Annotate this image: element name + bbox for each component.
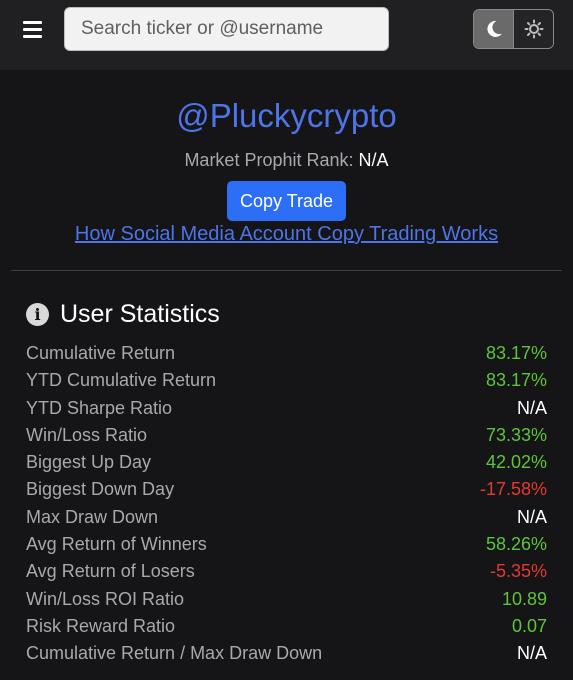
profile-username: @Pluckycrypto [176, 97, 397, 134]
stat-value: -17.58% [479, 479, 547, 500]
hamburger-icon[interactable] [23, 19, 43, 39]
statistics-list: Cumulative Return 83.17% YTD Cumulative … [26, 340, 547, 668]
stat-label: Win/Loss Ratio [26, 424, 148, 445]
rank-value: N/A [358, 150, 389, 170]
stat-row: Max Draw Down N/A [26, 504, 547, 531]
user-statistics-title: User Statistics [60, 299, 220, 328]
section-divider [11, 270, 562, 271]
theme-toggle [473, 9, 554, 49]
stat-label: YTD Sharpe Ratio [26, 397, 173, 418]
stat-label: Risk Reward Ratio [26, 615, 176, 636]
top-nav-bar [0, 0, 573, 70]
stat-row: Biggest Down Day -17.58% [26, 476, 547, 503]
stat-value: 58.26% [485, 534, 547, 555]
stat-row: Biggest Up Day 42.02% [26, 449, 547, 476]
dark-mode-button[interactable] [474, 10, 514, 48]
stat-value: 0.07 [511, 615, 547, 636]
rank-label: Market Prophit Rank: [184, 150, 354, 170]
stat-label: Avg Return of Winners [26, 534, 207, 555]
stat-value: 10.89 [501, 588, 547, 609]
user-statistics-heading: i User Statistics [26, 298, 220, 330]
stat-row: Risk Reward Ratio 0.07 [26, 613, 547, 640]
stat-label: YTD Cumulative Return [26, 370, 217, 391]
stat-value: N/A [516, 506, 547, 527]
stat-label: Max Draw Down [26, 506, 159, 527]
profile-rank: Market Prophit Rank: N/A [0, 150, 573, 171]
stat-row: Cumulative Return 83.17% [26, 340, 547, 367]
stat-value: N/A [516, 397, 547, 418]
copy-trade-button[interactable]: Copy Trade [227, 181, 346, 221]
stat-row: Win/Loss ROI Ratio 10.89 [26, 586, 547, 613]
stat-label: Cumulative Return / Max Draw Down [26, 643, 323, 664]
stat-label: Biggest Down Day [26, 479, 175, 500]
stat-row: YTD Cumulative Return 83.17% [26, 367, 547, 394]
stat-label: Biggest Up Day [26, 452, 152, 473]
search-input[interactable] [64, 7, 389, 51]
stat-value: 83.17% [485, 343, 547, 363]
stat-row: Avg Return of Winners 58.26% [26, 531, 547, 558]
stat-value: 83.17% [485, 370, 547, 391]
stat-value: -5.35% [489, 561, 547, 582]
stat-value: 42.02% [485, 452, 547, 473]
moon-icon [486, 20, 502, 37]
stat-value: N/A [516, 643, 547, 664]
light-mode-button[interactable] [514, 10, 553, 48]
stat-row: Cumulative Return / Max Draw Down N/A [26, 640, 547, 667]
stat-label: Win/Loss ROI Ratio [26, 588, 185, 609]
stat-row: Avg Return of Losers -5.35% [26, 558, 547, 585]
stat-row: Win/Loss Ratio 73.33% [26, 422, 547, 449]
stat-label: Cumulative Return [26, 343, 176, 363]
stat-value: 73.33% [485, 424, 547, 445]
sun-icon [524, 19, 543, 39]
stat-label: Avg Return of Losers [26, 561, 195, 582]
info-icon[interactable]: i [26, 302, 49, 326]
copy-trading-howto-link[interactable]: How Social Media Account Copy Trading Wo… [0, 223, 573, 246]
stat-row: YTD Sharpe Ratio N/A [26, 395, 547, 422]
